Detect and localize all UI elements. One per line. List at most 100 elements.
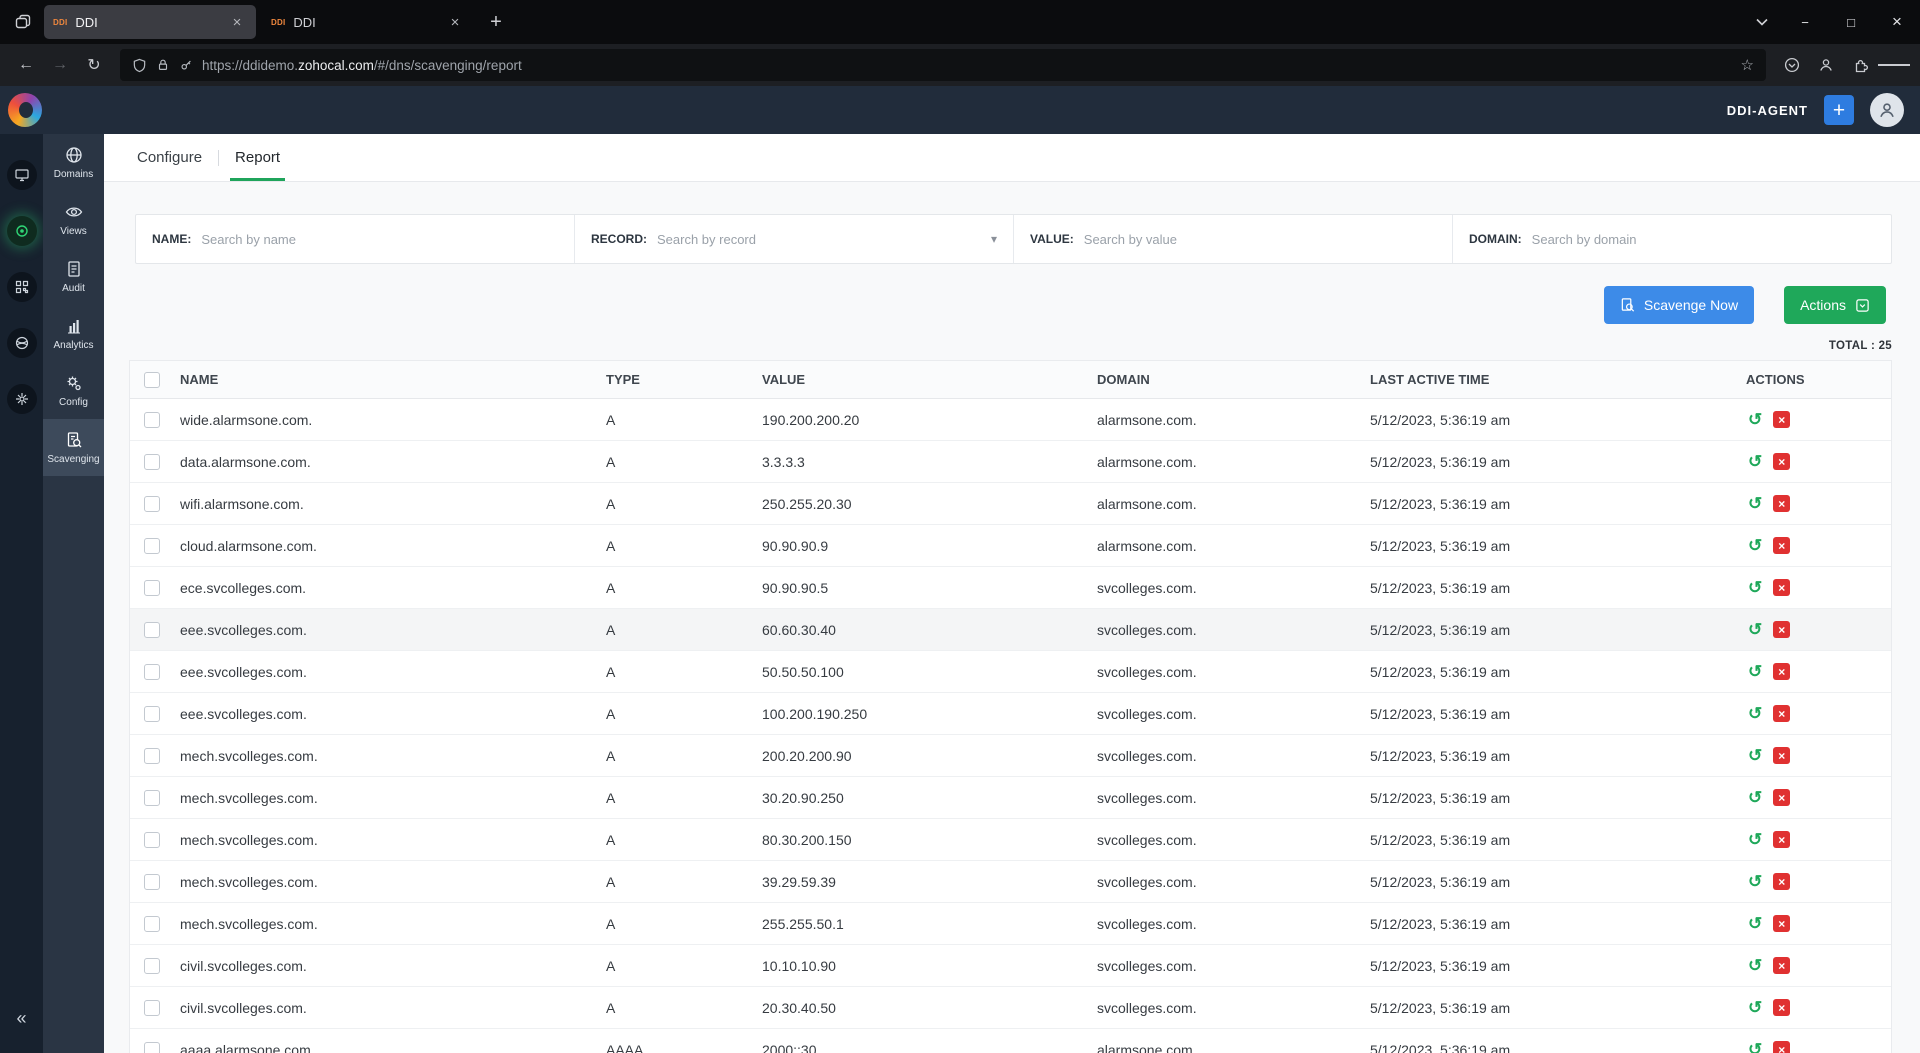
table-row[interactable]: wide.alarmsone.com. A 190.200.200.20 ala… <box>130 399 1891 441</box>
history-icon[interactable]: ↺ <box>1748 579 1762 596</box>
add-button[interactable]: + <box>1824 95 1854 125</box>
browser-tab[interactable]: DDI DDI × <box>262 5 474 39</box>
delete-icon[interactable]: × <box>1773 747 1791 764</box>
extensions-puzzle-icon[interactable] <box>1844 49 1876 81</box>
account-icon[interactable] <box>1810 49 1842 81</box>
tab-configure[interactable]: Configure <box>121 134 218 181</box>
select-all-checkbox[interactable] <box>144 371 160 388</box>
history-icon[interactable]: ↺ <box>1748 411 1762 428</box>
delete-icon[interactable]: × <box>1773 789 1791 806</box>
delete-icon[interactable]: × <box>1773 621 1791 638</box>
table-row[interactable]: mech.svcolleges.com. A 30.20.90.250 svco… <box>130 777 1891 819</box>
history-icon[interactable]: ↺ <box>1748 789 1762 806</box>
table-row[interactable]: mech.svcolleges.com. A 39.29.59.39 svcol… <box>130 861 1891 903</box>
shield-icon[interactable] <box>132 58 147 73</box>
rail-app-icon-2-active[interactable] <box>6 216 37 246</box>
new-tab-button[interactable]: + <box>480 6 512 38</box>
row-checkbox[interactable] <box>144 663 160 680</box>
value-filter-input[interactable] <box>1083 231 1436 247</box>
url-bar[interactable]: https://ddidemo.zohocal.com/#/dns/scaven… <box>120 49 1766 81</box>
row-checkbox[interactable] <box>144 537 160 554</box>
bookmark-star-icon[interactable]: ☆ <box>1741 56 1754 74</box>
table-row[interactable]: cloud.alarmsone.com. A 90.90.90.9 alarms… <box>130 525 1891 567</box>
record-filter-input[interactable] <box>657 231 981 247</box>
key-icon[interactable] <box>179 58 193 72</box>
row-checkbox[interactable] <box>144 579 160 596</box>
delete-icon[interactable]: × <box>1773 579 1791 596</box>
delete-icon[interactable]: × <box>1773 999 1791 1016</box>
tab-list-chevron-icon[interactable] <box>1742 0 1782 44</box>
domain-filter-input[interactable] <box>1531 231 1875 247</box>
history-icon[interactable]: ↺ <box>1748 705 1762 722</box>
scavenge-now-button[interactable]: Scavenge Now <box>1603 286 1755 324</box>
delete-icon[interactable]: × <box>1773 1041 1791 1053</box>
history-icon[interactable]: ↺ <box>1748 621 1762 638</box>
sidebar-item-config[interactable]: Config <box>43 362 104 419</box>
row-checkbox[interactable] <box>144 999 160 1016</box>
row-checkbox[interactable] <box>144 621 160 638</box>
sidebar-item-scavenging[interactable]: Scavenging <box>43 419 104 476</box>
history-icon[interactable]: ↺ <box>1748 537 1762 554</box>
pocket-icon[interactable] <box>1776 49 1808 81</box>
history-icon[interactable]: ↺ <box>1748 831 1762 848</box>
history-icon[interactable]: ↺ <box>1748 873 1762 890</box>
history-icon[interactable]: ↺ <box>1748 999 1762 1016</box>
name-filter-input[interactable] <box>201 231 558 247</box>
close-window-button[interactable]: × <box>1874 0 1920 44</box>
table-row[interactable]: data.alarmsone.com. A 3.3.3.3 alarmsone.… <box>130 441 1891 483</box>
delete-icon[interactable]: × <box>1773 873 1791 890</box>
collapse-sidebar-button[interactable]: « <box>0 1008 43 1029</box>
delete-icon[interactable]: × <box>1773 411 1791 428</box>
lock-icon[interactable] <box>156 58 170 72</box>
delete-icon[interactable]: × <box>1773 957 1791 974</box>
table-row[interactable]: civil.svcolleges.com. A 20.30.40.50 svco… <box>130 987 1891 1029</box>
table-row[interactable]: civil.svcolleges.com. A 10.10.10.90 svco… <box>130 945 1891 987</box>
sidebar-item-views[interactable]: Views <box>43 191 104 248</box>
table-row[interactable]: mech.svcolleges.com. A 255.255.50.1 svco… <box>130 903 1891 945</box>
delete-icon[interactable]: × <box>1773 495 1791 512</box>
delete-icon[interactable]: × <box>1773 831 1791 848</box>
actions-button[interactable]: Actions <box>1784 286 1886 324</box>
sidebar-item-analytics[interactable]: Analytics <box>43 305 104 362</box>
row-checkbox[interactable] <box>144 789 160 806</box>
history-icon[interactable]: ↺ <box>1748 915 1762 932</box>
tab-report[interactable]: Report <box>219 134 296 181</box>
table-row[interactable]: mech.svcolleges.com. A 200.20.200.90 svc… <box>130 735 1891 777</box>
history-icon[interactable]: ↺ <box>1748 453 1762 470</box>
close-tab-icon[interactable]: × <box>445 12 465 32</box>
row-checkbox[interactable] <box>144 453 160 470</box>
delete-icon[interactable]: × <box>1773 705 1791 722</box>
table-row[interactable]: eee.svcolleges.com. A 100.200.190.250 sv… <box>130 693 1891 735</box>
row-checkbox[interactable] <box>144 1041 160 1053</box>
row-checkbox[interactable] <box>144 495 160 512</box>
reload-button[interactable]: ↻ <box>78 49 110 81</box>
table-row[interactable]: ece.svcolleges.com. A 90.90.90.5 svcolle… <box>130 567 1891 609</box>
table-row[interactable]: eee.svcolleges.com. A 60.60.30.40 svcoll… <box>130 609 1891 651</box>
sidebar-item-domains[interactable]: Domains <box>43 134 104 191</box>
table-row[interactable]: aaaa.alarmsone.com. AAAA 2000::30 alarms… <box>130 1029 1891 1053</box>
firefox-view-icon[interactable] <box>6 5 40 39</box>
maximize-button[interactable]: □ <box>1828 0 1874 44</box>
delete-icon[interactable]: × <box>1773 915 1791 932</box>
row-checkbox[interactable] <box>144 411 160 428</box>
minimize-button[interactable]: − <box>1782 0 1828 44</box>
history-icon[interactable]: ↺ <box>1748 495 1762 512</box>
row-checkbox[interactable] <box>144 915 160 932</box>
user-avatar[interactable] <box>1870 93 1904 127</box>
browser-tab[interactable]: DDI DDI × <box>44 5 256 39</box>
table-row[interactable]: eee.svcolleges.com. A 50.50.50.100 svcol… <box>130 651 1891 693</box>
row-checkbox[interactable] <box>144 873 160 890</box>
rail-app-icon-5[interactable] <box>6 384 37 414</box>
row-checkbox[interactable] <box>144 831 160 848</box>
rail-app-icon-3[interactable] <box>6 272 37 302</box>
menu-hamburger-icon[interactable] <box>1878 49 1911 81</box>
table-row[interactable]: mech.svcolleges.com. A 80.30.200.150 svc… <box>130 819 1891 861</box>
delete-icon[interactable]: × <box>1773 537 1791 554</box>
history-icon[interactable]: ↺ <box>1748 747 1762 764</box>
close-tab-icon[interactable]: × <box>227 12 247 32</box>
rail-app-icon-1[interactable] <box>6 160 37 190</box>
table-row[interactable]: wifi.alarmsone.com. A 250.255.20.30 alar… <box>130 483 1891 525</box>
history-icon[interactable]: ↺ <box>1748 1041 1762 1053</box>
back-button[interactable]: ← <box>10 49 42 81</box>
row-checkbox[interactable] <box>144 705 160 722</box>
